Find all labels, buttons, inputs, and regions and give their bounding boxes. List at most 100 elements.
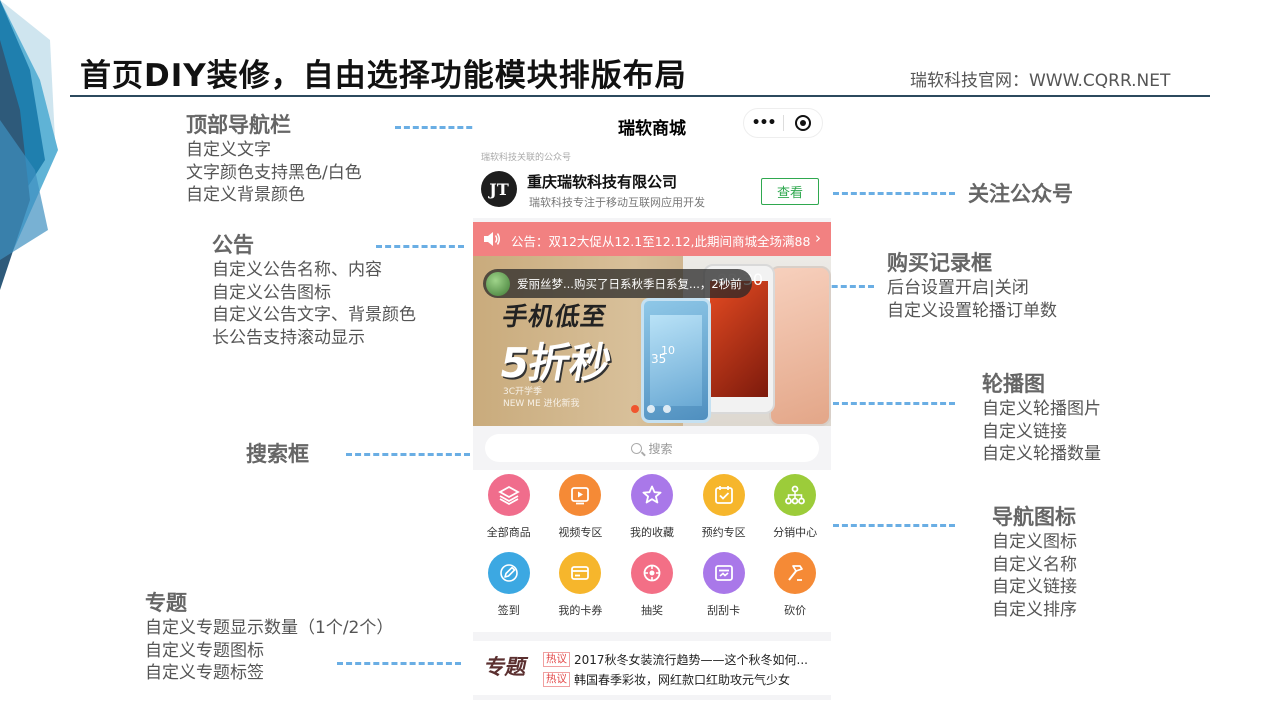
banner-sub-2: NEW ME 进化新我 <box>503 399 580 409</box>
annotation-line: 自定义公告文字、背景颜色 <box>212 305 416 325</box>
connector-follow <box>833 192 955 195</box>
annotation-title: 搜索框 <box>246 442 309 466</box>
topic-text: 2017秋冬女装流行趋势——这个秋冬如何... <box>574 653 808 667</box>
nav-item-distribution[interactable]: 分销中心 <box>759 474 831 552</box>
annotation-line: 自定义轮播图片 <box>982 399 1101 419</box>
slide-title: 首页DIY装修，自由选择功能模块排版布局 <box>80 58 687 94</box>
topic-logo: 专题 <box>482 654 530 679</box>
official-account-hint: 瑞软科技关联的公众号 <box>473 142 831 168</box>
annotation-buy-record: 购买记录框 后台设置开启|关闭 自定义设置轮播订单数 <box>887 249 1057 322</box>
connector-topic <box>337 662 461 665</box>
nav-item-favorites[interactable]: 我的收藏 <box>616 474 688 552</box>
carousel-banner[interactable]: 08:30 10 35 手机低至 5折秒 3C开学季 NEW ME 进化新我 爱… <box>473 256 831 426</box>
topic-section: 专题 热议 2017秋冬女装流行趋势——这个秋冬如何... 热议 韩国春季彩妆，… <box>473 641 831 695</box>
nav-item-label: 抽奖 <box>640 604 663 617</box>
annotation-title: 导航图标 <box>992 505 1076 529</box>
nav-item-bargain[interactable]: 砍价 <box>759 552 831 630</box>
search-area: 搜索 <box>473 426 831 470</box>
topic-item[interactable]: 热议 2017秋冬女装流行趋势——这个秋冬如何... <box>543 651 808 668</box>
connector-carousel <box>833 402 955 405</box>
annotation-line: 后台设置开启|关闭 <box>887 278 1029 298</box>
lottery-icon <box>630 552 673 594</box>
annotation-line: 自定义设置轮播订单数 <box>887 300 1057 321</box>
company-name: 重庆瑞软科技有限公司 <box>527 173 678 191</box>
carousel-dot[interactable] <box>647 405 655 413</box>
annotation-line: 文字颜色支持黑色/白色 <box>186 162 362 183</box>
search-box[interactable]: 搜索 <box>485 434 819 462</box>
topic-item[interactable]: 热议 韩国春季彩妆，网红款口红助攻元气少女 <box>543 671 790 688</box>
view-account-button[interactable]: 查看 <box>761 178 819 205</box>
annotation-follow: 关注公众号 <box>968 180 1073 208</box>
nav-item-coupons[interactable]: 我的卡券 <box>545 552 617 630</box>
company-desc: 瑞软科技专注于移动互联网应用开发 <box>529 196 705 209</box>
banner-slogan-1: 手机低至 <box>500 302 610 331</box>
official-account-card: JT 重庆瑞软科技有限公司 瑞软科技专注于移动互联网应用开发 查看 <box>473 168 831 218</box>
nav-item-label: 预约专区 <box>701 526 746 539</box>
annotation-topic: 专题 自定义专题显示数量（1个/2个） 自定义专题图标 自定义专题标签 <box>145 589 393 685</box>
carousel-indicator <box>631 405 671 413</box>
card-icon <box>559 552 602 594</box>
nav-item-label: 我的收藏 <box>629 526 674 539</box>
buy-record-text: 爱丽丝梦...购买了日系秋季日系复...，2秒前 <box>517 276 742 291</box>
connector-search <box>346 453 470 456</box>
nav-item-checkin[interactable]: 签到 <box>473 552 545 630</box>
title-divider <box>70 95 1210 97</box>
annotation-navbar: 顶部导航栏 自定义文字 文字颜色支持黑色/白色 自定义背景颜色 <box>186 111 362 207</box>
annotation-line: 自定义背景颜色 <box>186 185 305 205</box>
annotation-line: 自定义排序 <box>992 599 1077 620</box>
speaker-icon <box>484 232 500 246</box>
video-icon <box>559 474 602 516</box>
top-navbar: 瑞软商城 ••• <box>473 106 831 142</box>
close-target-icon[interactable] <box>784 115 822 131</box>
annotation-line: 自定义公告图标 <box>212 282 331 303</box>
buy-record-popup: 爱丽丝梦...购买了日系秋季日系复...，2秒前 <box>483 269 752 298</box>
hammer-icon <box>774 552 817 594</box>
annotation-line: 自定义名称 <box>992 554 1077 575</box>
annotation-line: 自定义轮播数量 <box>982 444 1101 464</box>
annotation-carousel: 轮播图 自定义轮播图片 自定义链接 自定义轮播数量 <box>982 370 1101 466</box>
notice-bar[interactable]: 公告：双12大促从12.1至12.12,此期间商城全场满88 › <box>473 222 831 256</box>
carousel-dot[interactable] <box>631 405 639 413</box>
connector-notice <box>376 245 464 248</box>
annotation-line: 自定义专题显示数量（1个/2个） <box>145 618 394 638</box>
nav-item-lottery[interactable]: 抽奖 <box>616 552 688 630</box>
annotation-title: 顶部导航栏 <box>186 113 291 137</box>
annotation-title: 关注公众号 <box>968 182 1073 206</box>
notice-text: 公告：双12大促从12.1至12.12,此期间商城全场满88 <box>511 234 811 249</box>
carousel-dot[interactable] <box>663 405 671 413</box>
more-icon[interactable]: ••• <box>744 115 783 131</box>
layers-icon <box>487 474 530 516</box>
annotation-line: 自定义文字 <box>186 140 271 160</box>
site-url: 瑞软科技官网：WWW.CQRR.NET <box>910 71 1171 91</box>
nav-item-label: 签到 <box>497 604 520 617</box>
miniprogram-capsule: ••• <box>743 108 823 138</box>
nav-item-label: 视频专区 <box>558 526 603 539</box>
annotation-line: 自定义公告名称、内容 <box>212 260 382 280</box>
nav-item-scratch-card[interactable]: 刮刮卡 <box>688 552 760 630</box>
nav-item-label: 我的卡券 <box>558 604 603 617</box>
nav-item-video[interactable]: 视频专区 <box>545 474 617 552</box>
annotation-title: 专题 <box>145 591 187 615</box>
search-placeholder: 搜索 <box>648 441 673 456</box>
company-logo: JT <box>481 171 517 207</box>
annotation-line: 自定义图标 <box>992 532 1077 552</box>
annotation-line: 自定义专题图标 <box>145 640 264 661</box>
decorative-triangles <box>0 0 58 290</box>
topic-tag: 热议 <box>543 672 570 687</box>
avatar <box>486 271 510 296</box>
phone-mockup: 瑞软商城 ••• 瑞软科技关联的公众号 JT 重庆瑞软科技有限公司 瑞软科技专注… <box>473 106 831 700</box>
calendar-check-icon <box>702 474 745 516</box>
annotation-notice: 公告 自定义公告名称、内容 自定义公告图标 自定义公告文字、背景颜色 长公告支持… <box>212 231 416 349</box>
nav-item-label: 全部商品 <box>486 526 531 539</box>
annotation-line: 自定义链接 <box>982 421 1067 442</box>
nav-item-label: 砍价 <box>784 604 807 617</box>
nav-item-all-products[interactable]: 全部商品 <box>473 474 545 552</box>
share-tree-icon <box>774 474 817 516</box>
scratch-card-icon <box>702 552 745 594</box>
search-icon <box>631 442 643 454</box>
topic-tag: 热议 <box>543 652 570 667</box>
annotation-title: 购买记录框 <box>887 251 992 275</box>
annotation-line: 自定义专题标签 <box>145 663 264 683</box>
nav-item-booking[interactable]: 预约专区 <box>688 474 760 552</box>
annotation-line: 自定义链接 <box>992 577 1077 597</box>
